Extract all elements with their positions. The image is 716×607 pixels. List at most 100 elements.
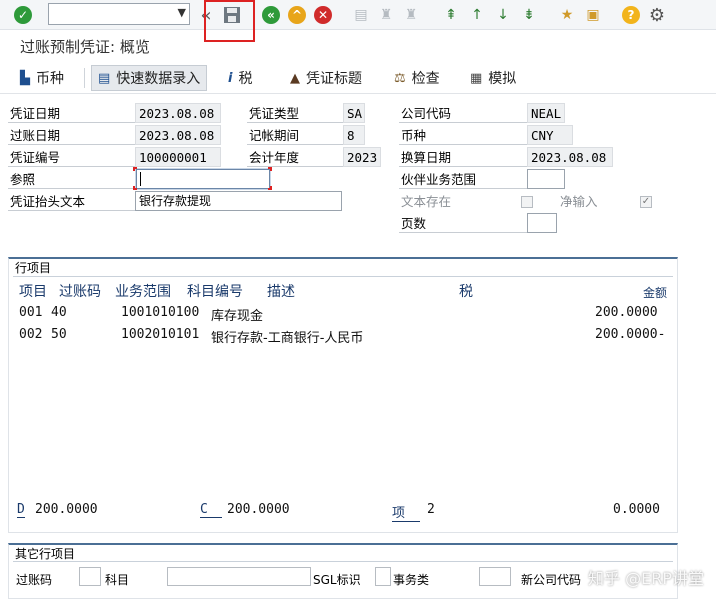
chevron-down-icon[interactable]: ▼: [178, 6, 186, 19]
new-company-label: 新公司代码: [521, 573, 582, 587]
new-session-icon[interactable]: ★: [556, 4, 578, 26]
simulate-button-label: 模拟: [488, 71, 517, 87]
col-description[interactable]: 描述: [267, 281, 295, 301]
table-row[interactable]: 002 50 1002010101 银行存款-工商银行-人民币 200.0000…: [19, 327, 665, 432]
credit-label: C: [200, 502, 222, 518]
hat-icon: ▲: [290, 70, 300, 86]
print-icon[interactable]: ▤: [350, 4, 372, 26]
fiscal-year-field: 2023: [343, 147, 381, 167]
check-button[interactable]: ⚖ 检查: [388, 65, 446, 91]
simulate-icon: ▦: [470, 70, 483, 86]
command-field[interactable]: ▼: [48, 3, 190, 25]
fast-entry-button-label: 快速数据录入: [116, 71, 201, 87]
col-amount[interactable]: 金额: [643, 284, 667, 301]
find-next-icon[interactable]: ♜: [400, 4, 422, 26]
reference-input[interactable]: [136, 169, 270, 189]
row-item: 002: [19, 327, 43, 342]
header-text-label: 凭证抬头文本: [8, 193, 136, 211]
trans-type-input[interactable]: [479, 567, 511, 586]
fast-entry-button[interactable]: ▤ 快速数据录入: [91, 65, 208, 91]
row-account[interactable]: 1002010101: [121, 327, 199, 342]
currency-button[interactable]: ▙ 币种: [14, 65, 70, 91]
row-posting-key: 40: [51, 305, 67, 320]
help-icon[interactable]: ?: [620, 4, 642, 26]
row-posting-key: 50: [51, 327, 67, 342]
balance: 0.0000: [613, 502, 660, 517]
focus-corner: [268, 186, 272, 190]
row-account[interactable]: 1001010100: [121, 305, 199, 320]
doc-type-field[interactable]: SA: [343, 103, 365, 123]
doc-header-button[interactable]: ▲ 凭证标题: [284, 65, 368, 91]
line-items-panel: 行项目 项目 过账码 业务范围 科目编号 描述 税 金额 001 40 1001…: [8, 257, 678, 533]
sgl-input[interactable]: [375, 567, 391, 586]
partner-ba-input[interactable]: [527, 169, 565, 189]
next-page-icon[interactable]: ↓: [492, 4, 514, 26]
partner-ba-label: 伙伴业务范围: [399, 171, 527, 189]
net-entry-checkbox: ✓: [640, 196, 652, 208]
posting-key-input[interactable]: [79, 567, 101, 586]
divider: [13, 561, 673, 562]
debit-total: 200.0000: [35, 502, 98, 517]
credit-total: 200.0000: [227, 502, 290, 517]
page-title: 过账预制凭证: 概览: [20, 38, 150, 56]
info-icon: i: [228, 70, 233, 86]
row-description: 银行存款-工商银行-人民币: [211, 331, 364, 346]
simulate-button[interactable]: ▦ 模拟: [464, 65, 522, 91]
items-count-label: 项: [392, 502, 420, 522]
find-icon[interactable]: ♜: [375, 4, 397, 26]
period-field[interactable]: 8: [343, 125, 365, 145]
command-input[interactable]: [49, 4, 169, 24]
header-text-input[interactable]: 银行存款提现: [135, 191, 342, 211]
check-scale-icon: ⚖: [394, 70, 406, 86]
col-business-area[interactable]: 业务范围: [115, 281, 171, 301]
cancel-icon[interactable]: ✕: [312, 4, 334, 26]
pages-input[interactable]: [527, 213, 557, 233]
translation-date-label: 换算日期: [399, 149, 527, 167]
line-items-title: 行项目: [15, 261, 52, 275]
focus-corner: [133, 186, 137, 190]
col-posting-key[interactable]: 过账码: [59, 281, 101, 301]
translation-date-field[interactable]: 2023.08.08: [527, 147, 613, 167]
debit-label: D: [17, 502, 25, 518]
fast-entry-icon: ▤: [98, 70, 111, 86]
sgl-label: SGL标识: [313, 573, 361, 587]
doc-date-field[interactable]: 2023.08.08: [135, 103, 221, 123]
account-label: 科目: [105, 573, 130, 587]
watermark: 知乎 @ERP讲堂: [588, 569, 704, 588]
col-account[interactable]: 科目编号: [187, 281, 243, 301]
company-code-label: 公司代码: [399, 105, 527, 123]
check-icon[interactable]: ✓: [12, 4, 34, 26]
other-items-panel: 其它行项目 过账码 科目 SGL标识 事务类 新公司代码: [8, 543, 678, 599]
system-toolbar: ✓ ▼ « « ^ ✕ ▤ ♜ ♜ ⇞ ↑ ↓ ⇟ ★ ▣ ? ⚙: [0, 0, 716, 42]
account-input[interactable]: [167, 567, 311, 586]
doc-type-label: 凭证类型: [247, 105, 343, 123]
items-count: 2: [427, 502, 435, 517]
col-item[interactable]: 项目: [19, 281, 47, 301]
row-amount: 200.0000: [595, 305, 658, 320]
shortcut-icon[interactable]: ▣: [582, 4, 604, 26]
prev-page-icon[interactable]: ↑: [466, 4, 488, 26]
col-tax[interactable]: 税: [459, 281, 473, 301]
pages-label: 页数: [399, 215, 527, 233]
settings-icon[interactable]: ⚙: [646, 4, 668, 26]
text-exists-label: 文本存在: [401, 194, 452, 209]
post-date-field[interactable]: 2023.08.08: [135, 125, 221, 145]
tax-button[interactable]: i 税: [222, 65, 258, 91]
last-page-icon[interactable]: ⇟: [518, 4, 540, 26]
highlight-box: [204, 0, 255, 42]
other-items-title: 其它行项目: [15, 547, 76, 561]
tax-button-label: 税: [238, 71, 253, 87]
currency-field[interactable]: CNY: [527, 125, 573, 145]
exit-icon[interactable]: ^: [286, 4, 308, 26]
period-label: 记帐期间: [247, 127, 343, 145]
text-cursor: [140, 172, 141, 186]
company-code-field: NEAL: [527, 103, 565, 123]
first-page-icon[interactable]: ⇞: [440, 4, 462, 26]
divider: [84, 68, 85, 88]
fiscal-year-label: 会计年度: [247, 149, 343, 167]
application-toolbar: ▙ 币种 ▤ 快速数据录入 i 税 ▲ 凭证标题 ⚖ 检查 ▦ 模拟: [0, 62, 716, 94]
back-icon[interactable]: «: [260, 4, 282, 26]
reference-label: 参照: [8, 171, 136, 189]
doc-no-field: 100000001: [135, 147, 221, 167]
currency-label: 币种: [399, 127, 527, 145]
